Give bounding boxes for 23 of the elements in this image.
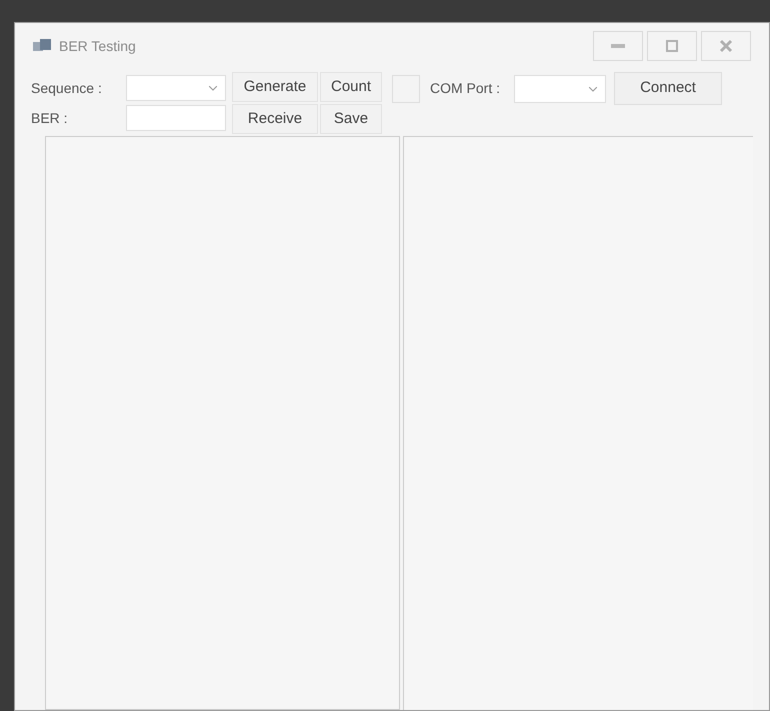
window-title: BER Testing [59,36,136,56]
minimize-icon [611,44,625,48]
connect-button[interactable]: Connect [614,72,722,105]
action-button[interactable]: Generate [232,72,318,102]
action-button[interactable]: Count [320,72,382,102]
action-button[interactable]: Save [320,104,382,134]
close-icon [719,39,733,53]
minimize-button[interactable] [593,31,643,61]
com-port-label: COM Port : [430,79,500,98]
close-button[interactable] [701,31,751,61]
sequence-label: Sequence : [31,79,103,98]
sequence-dropdown[interactable] [126,75,226,101]
chevron-down-icon [209,86,217,90]
maximize-button[interactable] [647,31,697,61]
ber-label: BER : [31,109,69,128]
text-area[interactable] [403,136,753,710]
chevron-down-icon [589,86,598,92]
com-port-dropdown[interactable] [514,75,606,103]
text-area[interactable] [45,136,400,710]
app-icon [33,39,51,53]
action-button[interactable]: Receive [232,104,318,134]
ber-field[interactable] [126,105,226,131]
maximize-icon [666,40,678,52]
